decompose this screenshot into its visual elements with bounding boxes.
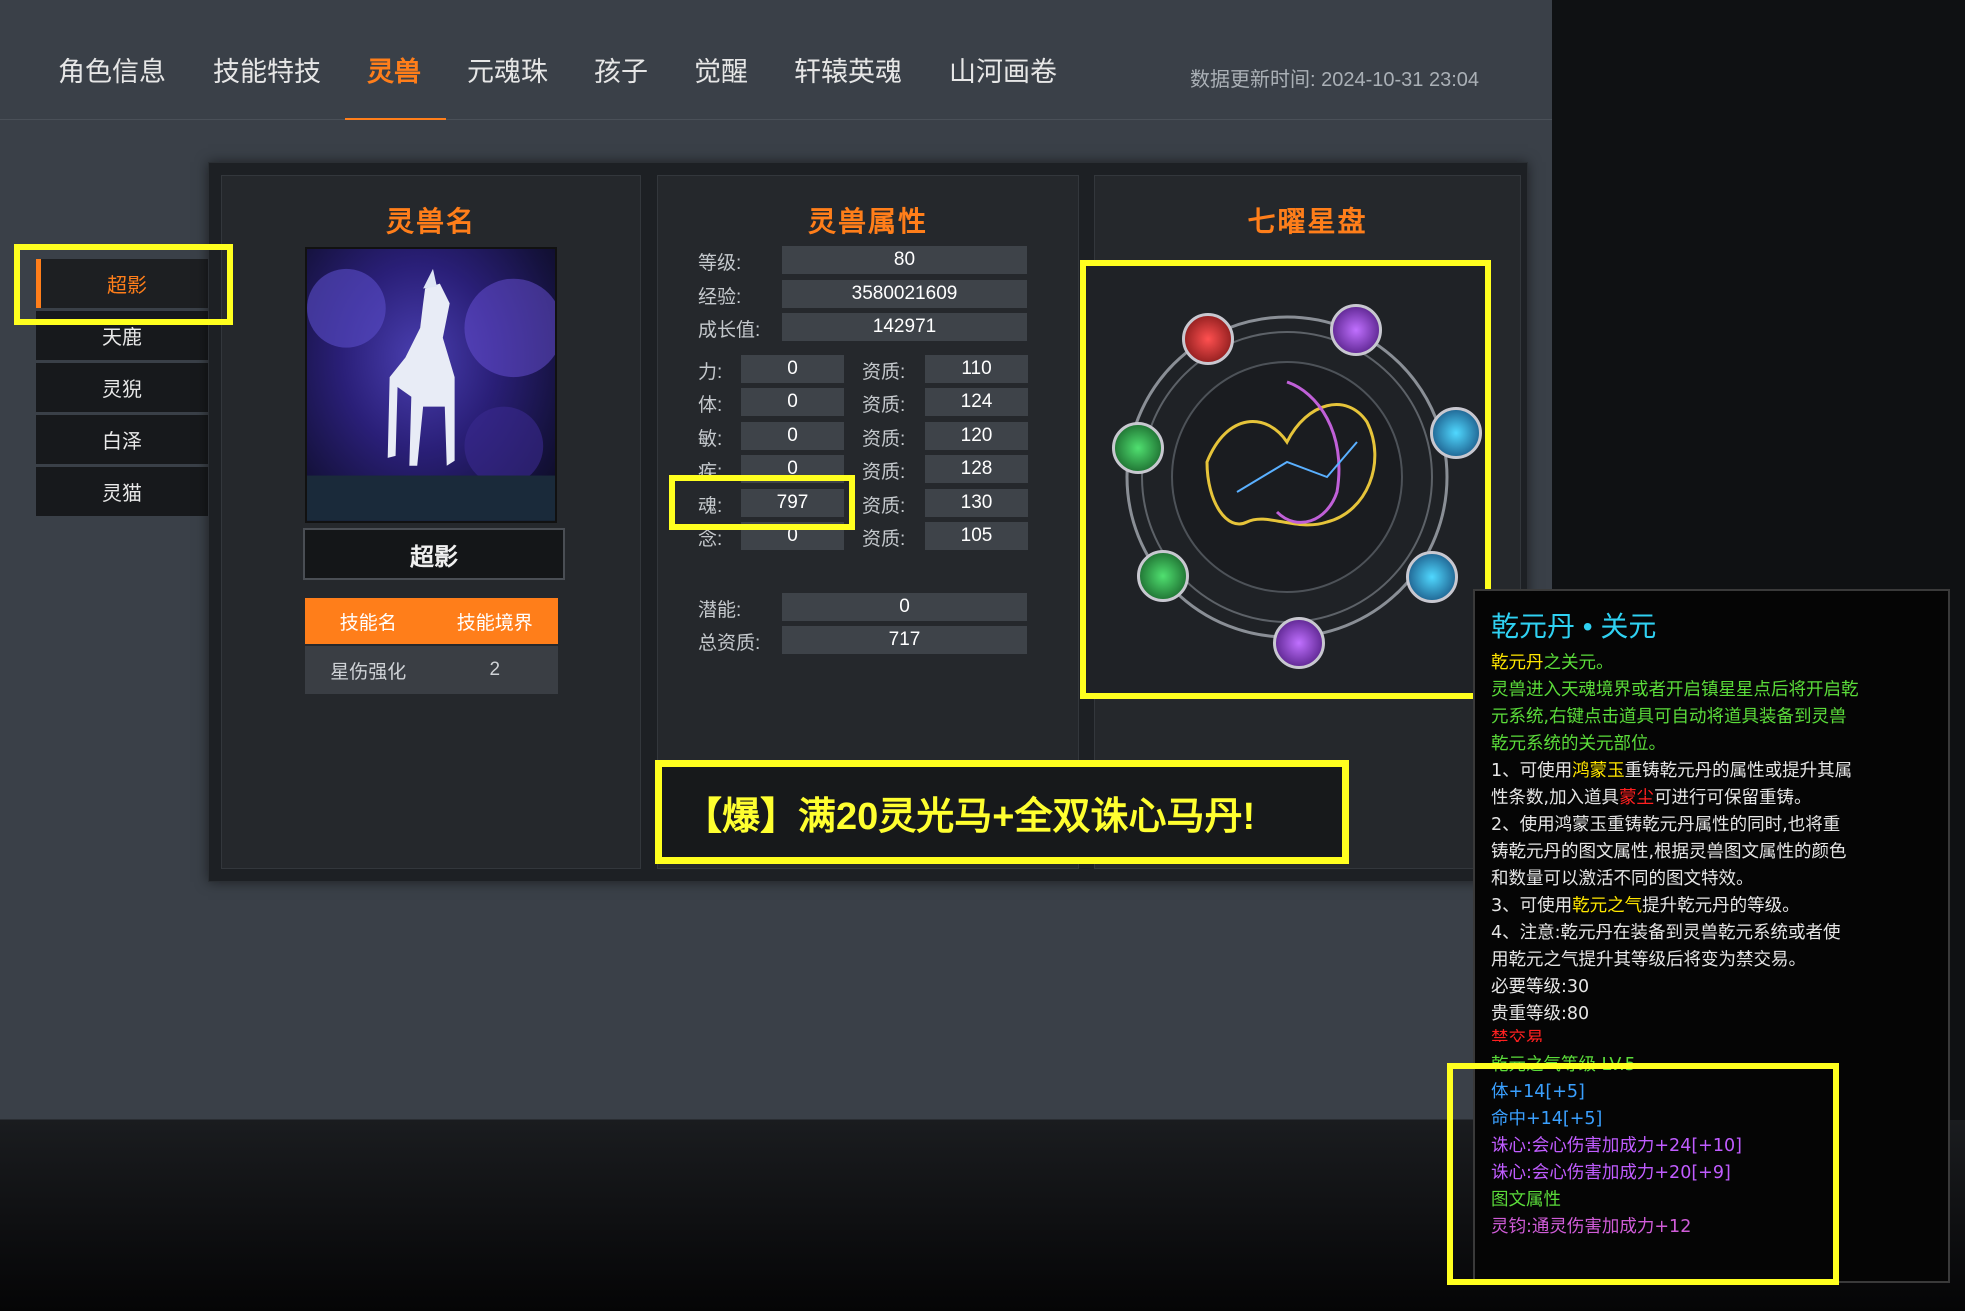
- aptitude-label: 资质:: [862, 362, 906, 383]
- tooltip-line: 性条数,加入道具蒙尘可进行可保留重铸。: [1491, 785, 1948, 812]
- tooltip-text: 性条数,加入道具: [1491, 788, 1620, 808]
- highlight-box: [1447, 1063, 1839, 1285]
- aptitude-value: 105: [925, 522, 1028, 550]
- tooltip-text: 重铸乾元丹的属性或提升其属: [1624, 761, 1853, 781]
- tab-xuanyuan-hero[interactable]: 轩辕英魂: [794, 50, 902, 89]
- aptitude-value: 124: [925, 388, 1028, 416]
- growth-value: 142971: [782, 313, 1027, 341]
- aptitude-value: 120: [925, 422, 1028, 450]
- highlight-box: [669, 475, 855, 530]
- tab-bar: 角色信息 技能特技 灵兽 元魂珠 孩子 觉醒 轩辕英魂 山河画卷 数据更新时间:…: [0, 0, 1552, 120]
- tooltip-line: 2、使用鸿蒙玉重铸乾元丹属性的同时,也将重: [1491, 815, 1841, 835]
- tooltip-item-name: 乾元之气: [1572, 896, 1643, 916]
- skill-table-header: 技能名 技能境界: [305, 598, 558, 644]
- potential-value: 0: [782, 593, 1027, 621]
- aptitude-label: 资质:: [862, 462, 906, 483]
- tooltip-text: 可进行可保留重铸。: [1654, 788, 1812, 808]
- pet-attr-title: 灵兽属性: [807, 206, 928, 237]
- tooltip-line: 1、可使用鸿蒙玉重铸乾元丹的属性或提升其属: [1491, 758, 1948, 785]
- update-time: 数据更新时间: 2024-10-31 23:04: [1190, 69, 1480, 91]
- pet-portrait: [305, 247, 557, 523]
- potential-label: 潜能:: [698, 600, 742, 621]
- tooltip-line: 必要等级:30: [1491, 977, 1590, 997]
- highlight-box: [1080, 260, 1491, 699]
- tab-children[interactable]: 孩子: [594, 50, 648, 89]
- exp-label: 经验:: [698, 287, 742, 308]
- tooltip-line: 用乾元之气提升其等级后将变为禁交易。: [1491, 950, 1806, 970]
- tab-landscape-scroll[interactable]: 山河画卷: [949, 50, 1057, 89]
- pet-name-display: 超影: [303, 528, 565, 580]
- tab-spirit-beast[interactable]: 灵兽: [367, 50, 421, 89]
- tooltip-line: 元系统,右键点击道具可自动将道具装备到灵兽: [1491, 707, 1847, 727]
- skill-level: 2: [489, 659, 501, 680]
- total-aptitude-value: 717: [782, 626, 1027, 654]
- aptitude-value: 110: [925, 355, 1028, 383]
- tab-soul-orb[interactable]: 元魂珠: [467, 50, 548, 89]
- tooltip-line: 乾元丹之关元。: [1491, 650, 1948, 677]
- star-chart-title: 七曜星盘: [1247, 206, 1368, 237]
- stat-label: 力:: [698, 362, 723, 383]
- aptitude-label: 资质:: [862, 429, 906, 450]
- pet-name-title: 灵兽名: [385, 206, 476, 237]
- tab-awaken[interactable]: 觉醒: [694, 50, 748, 89]
- stat-value: 0: [741, 355, 844, 383]
- stat-value: 0: [741, 422, 844, 450]
- tooltip-line: 4、注意:乾元丹在装备到灵兽乾元系统或者使: [1491, 923, 1841, 943]
- tooltip-text: 1、可使用: [1491, 761, 1573, 781]
- aptitude-label: 资质:: [862, 529, 906, 550]
- exp-value: 3580021609: [782, 280, 1027, 308]
- tooltip-line: 3、可使用乾元之气提升乾元丹的等级。: [1491, 893, 1948, 920]
- tooltip-line: 铸乾元丹的图文属性,根据灵兽图文属性的颜色: [1491, 842, 1847, 862]
- aptitude-value: 128: [925, 455, 1028, 483]
- tooltip-title: 乾元丹 • 关元: [1491, 611, 1657, 642]
- table-row[interactable]: 星伤强化 2: [305, 646, 558, 694]
- highlight-box: [14, 244, 233, 325]
- skill-name-header: 技能名: [339, 612, 397, 634]
- aptitude-label: 资质:: [862, 496, 906, 517]
- total-aptitude-label: 总资质:: [698, 633, 761, 654]
- tooltip-line: 灵兽进入天魂境界或者开启镇星星点后将开启乾: [1491, 680, 1859, 700]
- tooltip-item-name: 蒙尘: [1619, 788, 1655, 808]
- active-tab-indicator: [345, 118, 446, 120]
- stat-label: 体:: [698, 395, 723, 416]
- tab-skills[interactable]: 技能特技: [213, 50, 321, 89]
- stat-label: 敏:: [698, 429, 723, 450]
- tooltip-text: 提升乾元丹的等级。: [1642, 896, 1800, 916]
- level-value: 80: [782, 246, 1027, 274]
- tooltip-line: 禁交易: [1491, 1029, 1544, 1042]
- skill-name: 星伤强化: [330, 661, 407, 683]
- pet-item-lingni[interactable]: 灵猊: [36, 363, 208, 412]
- promo-banner: 【爆】满20灵光马+全双诛心马丹!: [655, 760, 1349, 864]
- tooltip-line: 贵重等级:80: [1491, 1004, 1590, 1024]
- growth-label: 成长值:: [698, 320, 761, 341]
- stat-value: 0: [741, 388, 844, 416]
- pet-item-lingmao[interactable]: 灵猫: [36, 467, 208, 516]
- pet-item-baize[interactable]: 白泽: [36, 415, 208, 464]
- aptitude-label: 资质:: [862, 395, 906, 416]
- tooltip-line: 和数量可以激活不同的图文特效。: [1491, 869, 1754, 889]
- aptitude-value: 130: [925, 489, 1028, 517]
- tooltip-text: 3、可使用: [1491, 896, 1573, 916]
- level-label: 等级:: [698, 253, 742, 274]
- tooltip-text: 之关元。: [1543, 653, 1614, 673]
- tooltip-item-name: 乾元丹: [1491, 653, 1544, 673]
- tooltip-line: 乾元系统的关元部位。: [1491, 734, 1666, 754]
- tab-role-info[interactable]: 角色信息: [58, 50, 166, 89]
- tooltip-item-name: 鸿蒙玉: [1572, 761, 1625, 781]
- white-horse-image: [307, 268, 555, 521]
- skill-level-header: 技能境界: [456, 612, 533, 634]
